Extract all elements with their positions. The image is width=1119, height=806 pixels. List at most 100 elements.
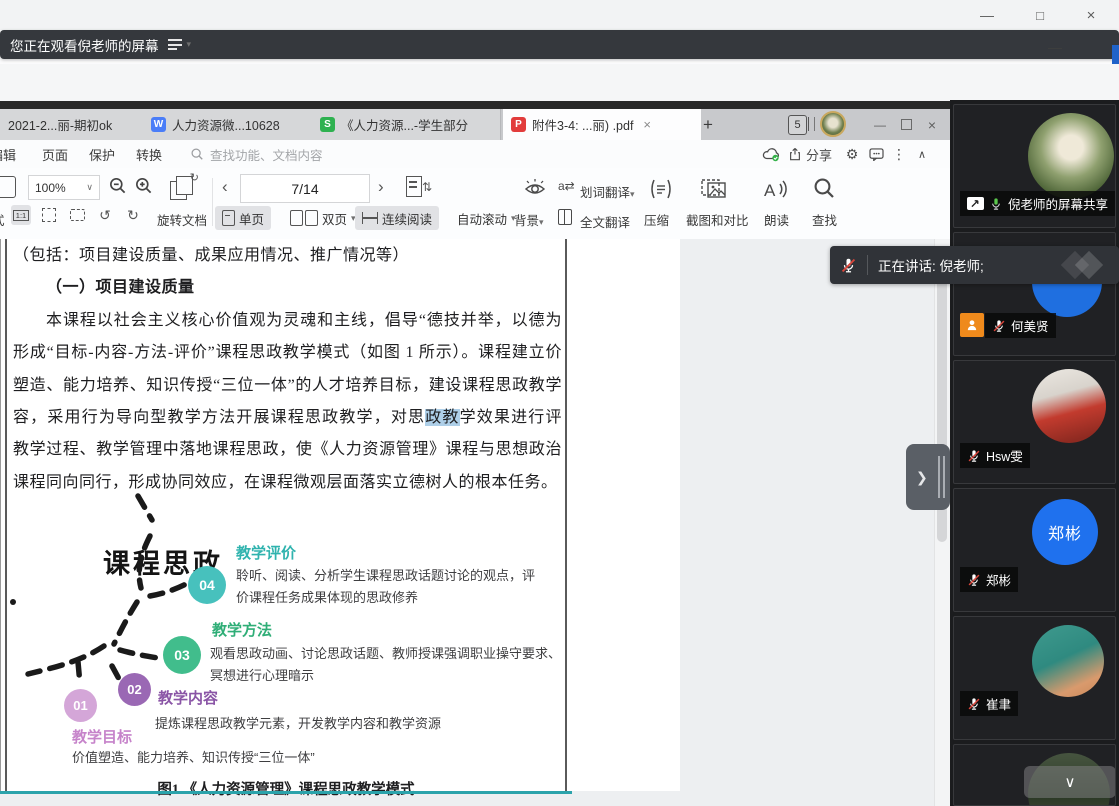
screen-share-icon [967, 197, 984, 210]
caret-down-icon[interactable]: ▾ [187, 39, 192, 50]
clipped-mode-icon[interactable] [0, 176, 16, 198]
continuous-read-button[interactable]: 连续阅读 [355, 206, 439, 230]
participant-tile[interactable]: 崔聿 [953, 616, 1116, 740]
participant-name: 郑彬 [986, 570, 1011, 589]
divider [867, 255, 868, 275]
single-page-button[interactable]: 单页 [215, 206, 271, 230]
read-aloud-icon[interactable]: A [762, 176, 792, 207]
cloud-sync-icon[interactable] [758, 140, 784, 168]
share-button[interactable]: 分享 [786, 140, 834, 168]
participant-name: 何美贤 [1011, 316, 1049, 335]
scroll-participants-down-button[interactable]: ∨ [1024, 766, 1116, 798]
tab-label: 《人力资源...-学生部分 [341, 115, 468, 134]
rotate-right-icon[interactable]: ↻ [123, 205, 143, 225]
tab-document-3[interactable]: S 《人力资源...-学生部分 [312, 109, 501, 140]
participant-sidebar: 倪老师的屏幕共享 何美贤 Hsw雯 郑彬 郑彬 [950, 100, 1119, 806]
screenshot-compare-button[interactable]: 截图和对比 [686, 210, 749, 229]
doc-line: 教学过程、教学管理中落地课程思政，使《人力资源管理》课程与思想政治理论 [13, 434, 562, 466]
tab-document-2[interactable]: W 人力资源微...10628 [143, 109, 328, 140]
avatar-initials: 郑彬 [1048, 520, 1082, 544]
minimize-icon[interactable]: — [969, 0, 1005, 30]
full-translate-icon[interactable] [558, 209, 572, 230]
double-page-button[interactable]: 双页 ▾ [283, 206, 363, 230]
document-text: （包括：项目建设质量、成果应用情况、推广情况等） （一）项目建设质量 本课程以社… [13, 240, 562, 499]
meeting-controlbar: 13:26 演讲者视图 ▾ [0, 64, 1119, 102]
background-eye-icon[interactable] [522, 177, 548, 206]
search-input[interactable]: 查找功能、文档内容 [190, 140, 323, 168]
more-options-icon[interactable]: ⋮ [890, 140, 908, 168]
compress-button[interactable]: 压缩 [644, 210, 669, 229]
word-translate-button[interactable]: 划词翻译▾ [580, 182, 635, 201]
app-close-icon[interactable]: × [920, 109, 944, 140]
page-panel-toggle-icon[interactable]: ⇅ [406, 176, 432, 202]
tab-list-badge[interactable]: 5 [788, 115, 807, 135]
word-translate-icon[interactable]: a⇄ [558, 179, 575, 193]
tab-document-1[interactable]: 2021-2...丽-期初ok [0, 109, 159, 140]
tab-close-icon[interactable]: × [643, 117, 651, 132]
diagram-step-title: 教学评价 [236, 542, 296, 563]
rotate-left-icon[interactable]: ↺ [95, 205, 115, 225]
rotate-document-icon[interactable]: ↻ [170, 175, 196, 201]
fit-width-icon[interactable] [67, 205, 87, 225]
pdf-content-area: （包括：项目建设质量、成果应用情况、推广情况等） （一）项目建设质量 本课程以社… [0, 239, 950, 806]
find-icon[interactable] [812, 176, 836, 205]
word-translate-label: 划词翻译 [580, 186, 630, 200]
search-placeholder: 查找功能、文档内容 [210, 145, 323, 164]
search-icon [190, 147, 204, 161]
settings-gear-icon[interactable]: ⚙ [840, 140, 864, 168]
chevron-down-icon: ∨ [1065, 773, 1076, 791]
menu-edit[interactable]: 编辑 [0, 140, 16, 168]
zoom-level-select[interactable]: 100% ∨ [28, 175, 100, 200]
menu-icon[interactable] [168, 37, 182, 53]
zoom-in-icon[interactable] [134, 176, 153, 200]
close-icon[interactable]: × [1073, 0, 1109, 30]
participant-tile[interactable]: 郑彬 郑彬 [953, 488, 1116, 612]
menu-convert[interactable]: 转换 [136, 140, 162, 168]
page-indicator-input[interactable]: 7/14 [240, 174, 370, 203]
full-translate-button[interactable]: 全文翻译 [580, 212, 630, 231]
autoscroll-button[interactable]: 自动滚动 ▾ [450, 206, 523, 230]
background-button[interactable]: 背景▾ [514, 210, 544, 229]
participant-label: 郑彬 [960, 567, 1018, 592]
app-minimize-icon[interactable]: — [868, 109, 892, 140]
minimize-panel-icon[interactable]: — [1040, 36, 1070, 58]
find-button[interactable]: 查找 [812, 210, 837, 229]
mode-label: 式 [0, 210, 5, 229]
doc-line: （包括：项目建设质量、成果应用情况、推广情况等） [13, 240, 562, 272]
tab-document-active[interactable]: P 附件3-4: ...丽) .pdf × [503, 109, 701, 140]
comment-icon[interactable] [864, 140, 888, 168]
actual-size-icon[interactable]: 1:1 [11, 205, 31, 225]
diagram-step-text: 价值塑造、能力培养、知识传授“三位一体” [72, 747, 315, 766]
read-aloud-button[interactable]: 朗读 [764, 210, 789, 229]
collapse-toolbar-icon[interactable]: ∧ [910, 140, 934, 168]
double-page-label: 双页 [322, 209, 347, 228]
maximize-icon[interactable]: □ [1022, 0, 1058, 30]
watching-screen-toast: 您正在观看倪老师的屏幕 ▾ [0, 30, 1119, 59]
zoom-out-icon[interactable] [108, 176, 127, 200]
app-restore-icon[interactable] [894, 109, 918, 140]
rotate-document-label[interactable]: 旋转文档 [157, 210, 207, 229]
user-avatar[interactable] [820, 111, 846, 137]
full-translate-label: 全文翻译 [580, 216, 630, 230]
share-label: 分享 [806, 145, 832, 164]
compress-icon[interactable] [648, 176, 674, 207]
participant-tile-sharer[interactable]: 倪老师的屏幕共享 [953, 104, 1116, 228]
participant-tile[interactable]: Hsw雯 [953, 360, 1116, 484]
participant-tile-partial[interactable]: ∨ [953, 744, 1116, 806]
participant-name: 倪老师的屏幕共享 [1008, 194, 1108, 213]
diagram-step-title: 教学方法 [212, 619, 272, 640]
sidebar-collapse-handle[interactable]: ❯ [906, 444, 950, 510]
caret-down-icon: ∨ [86, 182, 93, 193]
menu-page[interactable]: 页面 [42, 140, 68, 168]
next-page-icon[interactable]: › [378, 177, 384, 197]
shared-screen-topbar: 您正在观看倪老师的屏幕 ▾ — [0, 30, 1119, 64]
fit-page-icon[interactable] [39, 205, 59, 225]
selected-text: 政教 [425, 409, 459, 426]
screenshot-compare-icon[interactable] [700, 176, 728, 207]
prev-page-icon[interactable]: ‹ [222, 177, 228, 197]
single-page-label: 单页 [239, 209, 264, 228]
menu-protect[interactable]: 保护 [89, 140, 115, 168]
continuous-label: 连续阅读 [382, 209, 432, 228]
menu-row: 编辑 页面 保护 转换 查找功能、文档内容 分享 ⚙ ⋮ ∧ [0, 140, 950, 168]
new-tab-button[interactable]: + [695, 109, 721, 140]
